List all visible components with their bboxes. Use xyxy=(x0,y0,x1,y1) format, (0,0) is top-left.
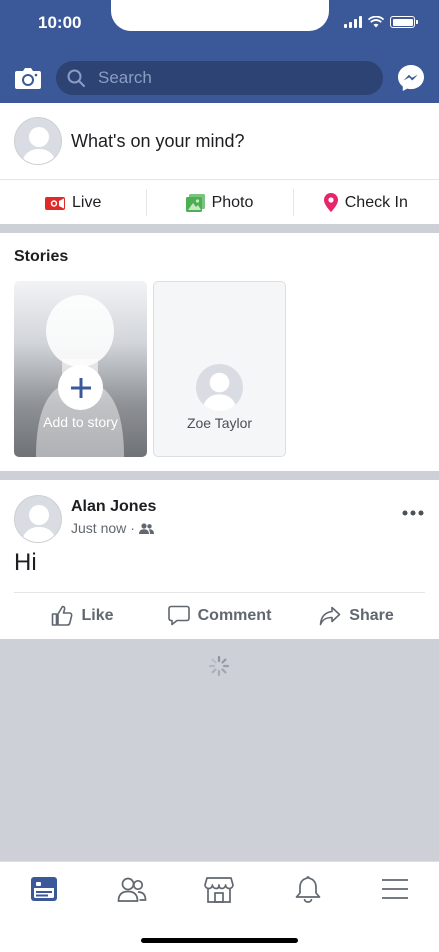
check-in-button[interactable]: Check In xyxy=(292,181,439,224)
friends-icon[interactable] xyxy=(138,522,154,534)
add-story-label: Add to story xyxy=(43,414,118,430)
home-indicator[interactable] xyxy=(141,938,298,943)
more-icon xyxy=(402,510,424,516)
share-icon xyxy=(319,606,341,625)
loading-spinner-icon xyxy=(208,655,230,677)
default-avatar-icon xyxy=(21,505,57,542)
tab-notifications[interactable] xyxy=(290,872,326,906)
wifi-icon xyxy=(368,16,384,28)
tab-marketplace[interactable] xyxy=(201,872,237,906)
status-composer[interactable]: What's on your mind? xyxy=(0,103,439,180)
like-button[interactable]: Like xyxy=(14,593,151,638)
story-avatar xyxy=(196,364,243,411)
composer-actions: Live Photo Check In xyxy=(0,181,439,224)
post-author-avatar[interactable] xyxy=(14,495,62,543)
stories-title: Stories xyxy=(14,248,69,265)
battery-icon xyxy=(390,16,418,28)
section-divider xyxy=(0,471,439,480)
like-icon xyxy=(52,605,73,626)
user-avatar[interactable] xyxy=(14,117,62,165)
device-notch xyxy=(111,0,329,31)
video-camera-icon xyxy=(44,196,65,210)
post-author-name[interactable]: Alan Jones xyxy=(71,498,156,516)
section-divider xyxy=(0,224,439,233)
meta-separator: · xyxy=(130,520,135,536)
post-actions: Like Comment Share xyxy=(14,592,425,638)
search-bar[interactable] xyxy=(56,61,383,95)
post-body: Hi xyxy=(14,549,37,576)
menu-icon xyxy=(382,879,408,899)
photo-button[interactable]: Photo xyxy=(146,181,292,224)
add-story-button[interactable] xyxy=(58,365,103,410)
like-label: Like xyxy=(81,606,114,624)
feed-loading-area xyxy=(0,639,439,861)
add-story-card[interactable]: Add to story xyxy=(14,281,147,457)
tab-menu[interactable] xyxy=(377,872,413,906)
plus-icon xyxy=(70,377,91,398)
camera-icon xyxy=(15,68,41,89)
marketplace-icon xyxy=(204,877,234,903)
share-button[interactable]: Share xyxy=(288,593,425,638)
status-icons xyxy=(344,16,418,28)
composer-prompt[interactable]: What's on your mind? xyxy=(71,131,245,152)
photo-icon xyxy=(185,193,205,212)
post-timestamp[interactable]: Just now xyxy=(71,520,126,536)
location-pin-icon xyxy=(323,193,338,212)
status-time: 10:00 xyxy=(38,13,82,32)
tab-friends[interactable] xyxy=(114,872,150,906)
search-icon xyxy=(67,69,85,87)
friends-icon xyxy=(117,877,147,902)
camera-button[interactable] xyxy=(14,64,42,92)
messenger-icon xyxy=(398,65,424,91)
comment-button[interactable]: Comment xyxy=(151,593,288,638)
live-button[interactable]: Live xyxy=(0,181,146,224)
search-input[interactable] xyxy=(98,68,358,88)
default-avatar-icon xyxy=(21,127,57,164)
tab-news-feed[interactable] xyxy=(26,872,62,906)
post-meta: Just now · xyxy=(71,520,154,536)
default-avatar-icon xyxy=(201,372,238,411)
live-label: Live xyxy=(71,193,102,211)
check-in-label: Check In xyxy=(344,193,408,211)
story-name: Zoe Taylor xyxy=(186,415,253,431)
story-card-zoe-taylor[interactable]: Zoe Taylor xyxy=(153,281,286,457)
messenger-button[interactable] xyxy=(396,63,426,93)
photo-label: Photo xyxy=(211,193,254,211)
more-options-button[interactable] xyxy=(402,499,424,522)
news-feed-icon xyxy=(31,877,57,901)
cellular-signal-icon xyxy=(344,16,362,28)
app-header: 10:00 xyxy=(0,0,439,103)
comment-label: Comment xyxy=(197,606,272,624)
share-label: Share xyxy=(349,606,394,624)
notifications-icon xyxy=(295,876,321,903)
comment-icon xyxy=(167,605,190,626)
